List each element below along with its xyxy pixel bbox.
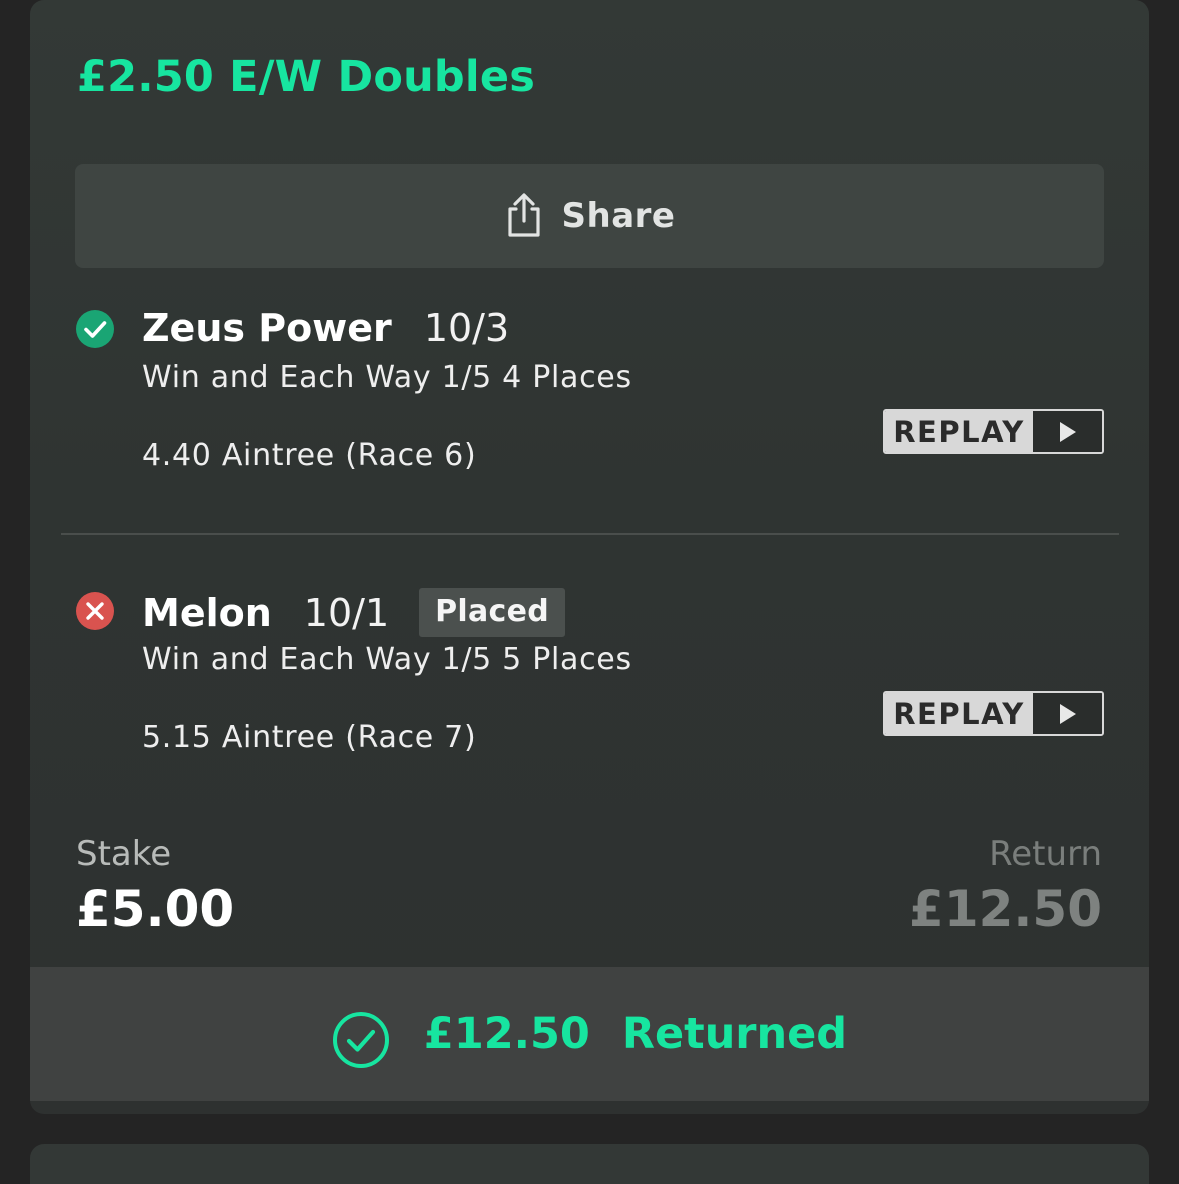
event-name: 5.15 Aintree (Race 7) <box>142 720 477 755</box>
return-label: Return <box>989 834 1102 874</box>
play-icon <box>1033 411 1102 452</box>
market-description: Win and Each Way 1/5 5 Places <box>142 642 632 677</box>
replay-label: REPLAY <box>885 411 1033 452</box>
runner-odds: 10/1 <box>303 590 390 635</box>
selection-header: Zeus Power 10/3 <box>142 306 509 350</box>
placed-badge: Placed <box>419 588 566 637</box>
returned-amount: £12.50 <box>423 1009 590 1059</box>
selection-divider <box>61 533 1119 535</box>
market-description: Win and Each Way 1/5 4 Places <box>142 360 632 395</box>
selection-header: Melon 10/1 Placed <box>142 588 566 637</box>
event-name: 4.40 Aintree (Race 6) <box>142 438 477 473</box>
returned-status: Returned <box>621 1009 848 1059</box>
returned-banner: £12.50 Returned <box>30 967 1149 1101</box>
replay-label: REPLAY <box>885 693 1033 734</box>
stake-label: Stake <box>76 834 172 874</box>
replay-button[interactable]: REPLAY <box>883 691 1104 736</box>
runner-name: Melon <box>142 590 272 635</box>
runner-odds: 10/3 <box>423 306 510 350</box>
play-icon <box>1033 693 1102 734</box>
replay-button[interactable]: REPLAY <box>883 409 1104 454</box>
stake-value: £5.00 <box>76 880 235 938</box>
selection-melon: Melon 10/1 Placed Win and Each Way 1/5 5… <box>30 0 1149 755</box>
bet-card: £2.50 E/W Doubles Share Zeus Power 10/3 … <box>30 0 1149 1114</box>
runner-name: Zeus Power <box>142 306 392 350</box>
check-circle-outline-icon <box>332 1011 390 1069</box>
next-bet-card <box>30 1144 1149 1184</box>
return-value: £12.50 <box>909 880 1102 938</box>
x-circle-icon <box>75 591 115 631</box>
check-circle-icon <box>75 309 115 349</box>
